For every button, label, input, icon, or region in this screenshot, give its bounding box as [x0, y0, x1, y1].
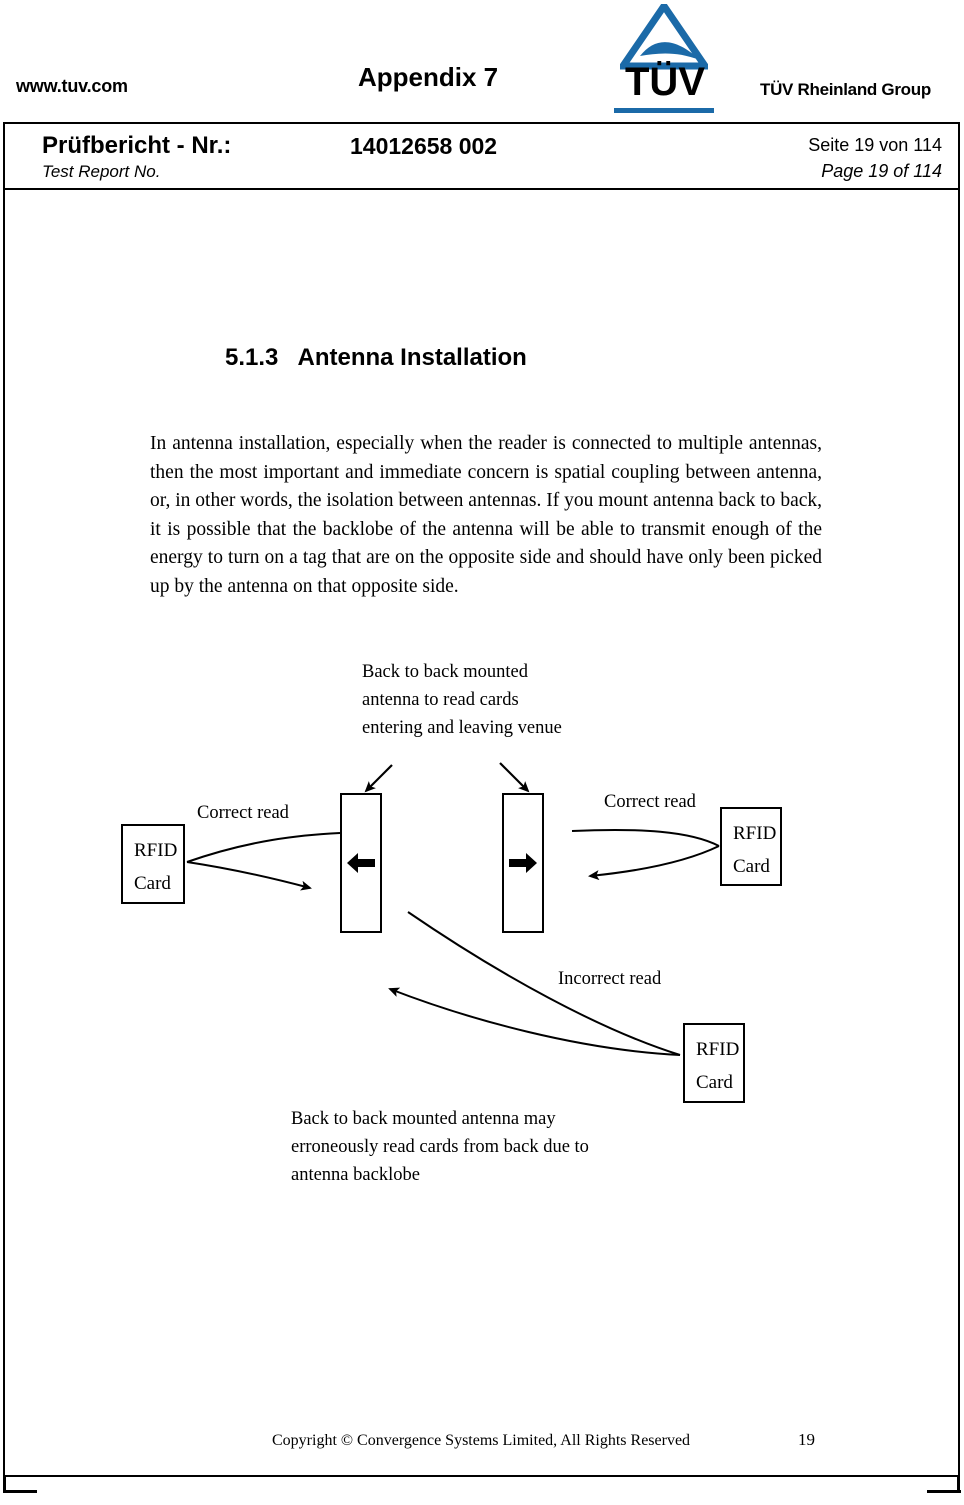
tuv-underline-rule: [614, 108, 714, 113]
report-label-de: Prüfbericht - Nr.:: [42, 132, 232, 159]
tuv-rheinland-group-text: TÜV Rheinland Group: [760, 80, 931, 99]
tuv-wordmark: TÜV: [625, 60, 705, 104]
section-heading: 5.1.3 Antenna Installation: [225, 344, 527, 371]
appendix-title: Appendix 7: [358, 62, 499, 92]
crop-mark-bottom-left-stem: [3, 1477, 6, 1491]
report-header-row: Prüfbericht - Nr.: Test Report No. 14012…: [5, 124, 958, 190]
footer-copyright: Copyright © Convergence Systems Limited,…: [272, 1432, 691, 1449]
page-frame: Prüfbericht - Nr.: Test Report No. 14012…: [3, 122, 960, 1477]
crop-mark-bottom-right-stem: [957, 1477, 960, 1491]
page-indicator-en: Page 19 of 114: [821, 161, 942, 181]
footer-page-number: 19: [798, 1430, 815, 1449]
crop-mark-bottom-right: [927, 1490, 961, 1493]
tuv-website-url: www.tuv.com: [16, 76, 128, 96]
body-paragraph: In antenna installation, especially when…: [150, 433, 822, 597]
page-banner: www.tuv.com Appendix 7 TÜV TÜV Rheinland…: [0, 0, 964, 122]
crop-mark-bottom-left: [3, 1490, 37, 1493]
report-label-en: Test Report No.: [42, 162, 161, 181]
page-indicator-de: Seite 19 von 114: [808, 135, 942, 155]
report-number: 14012658 002: [350, 133, 498, 159]
tuv-logo: TÜV: [600, 4, 730, 116]
